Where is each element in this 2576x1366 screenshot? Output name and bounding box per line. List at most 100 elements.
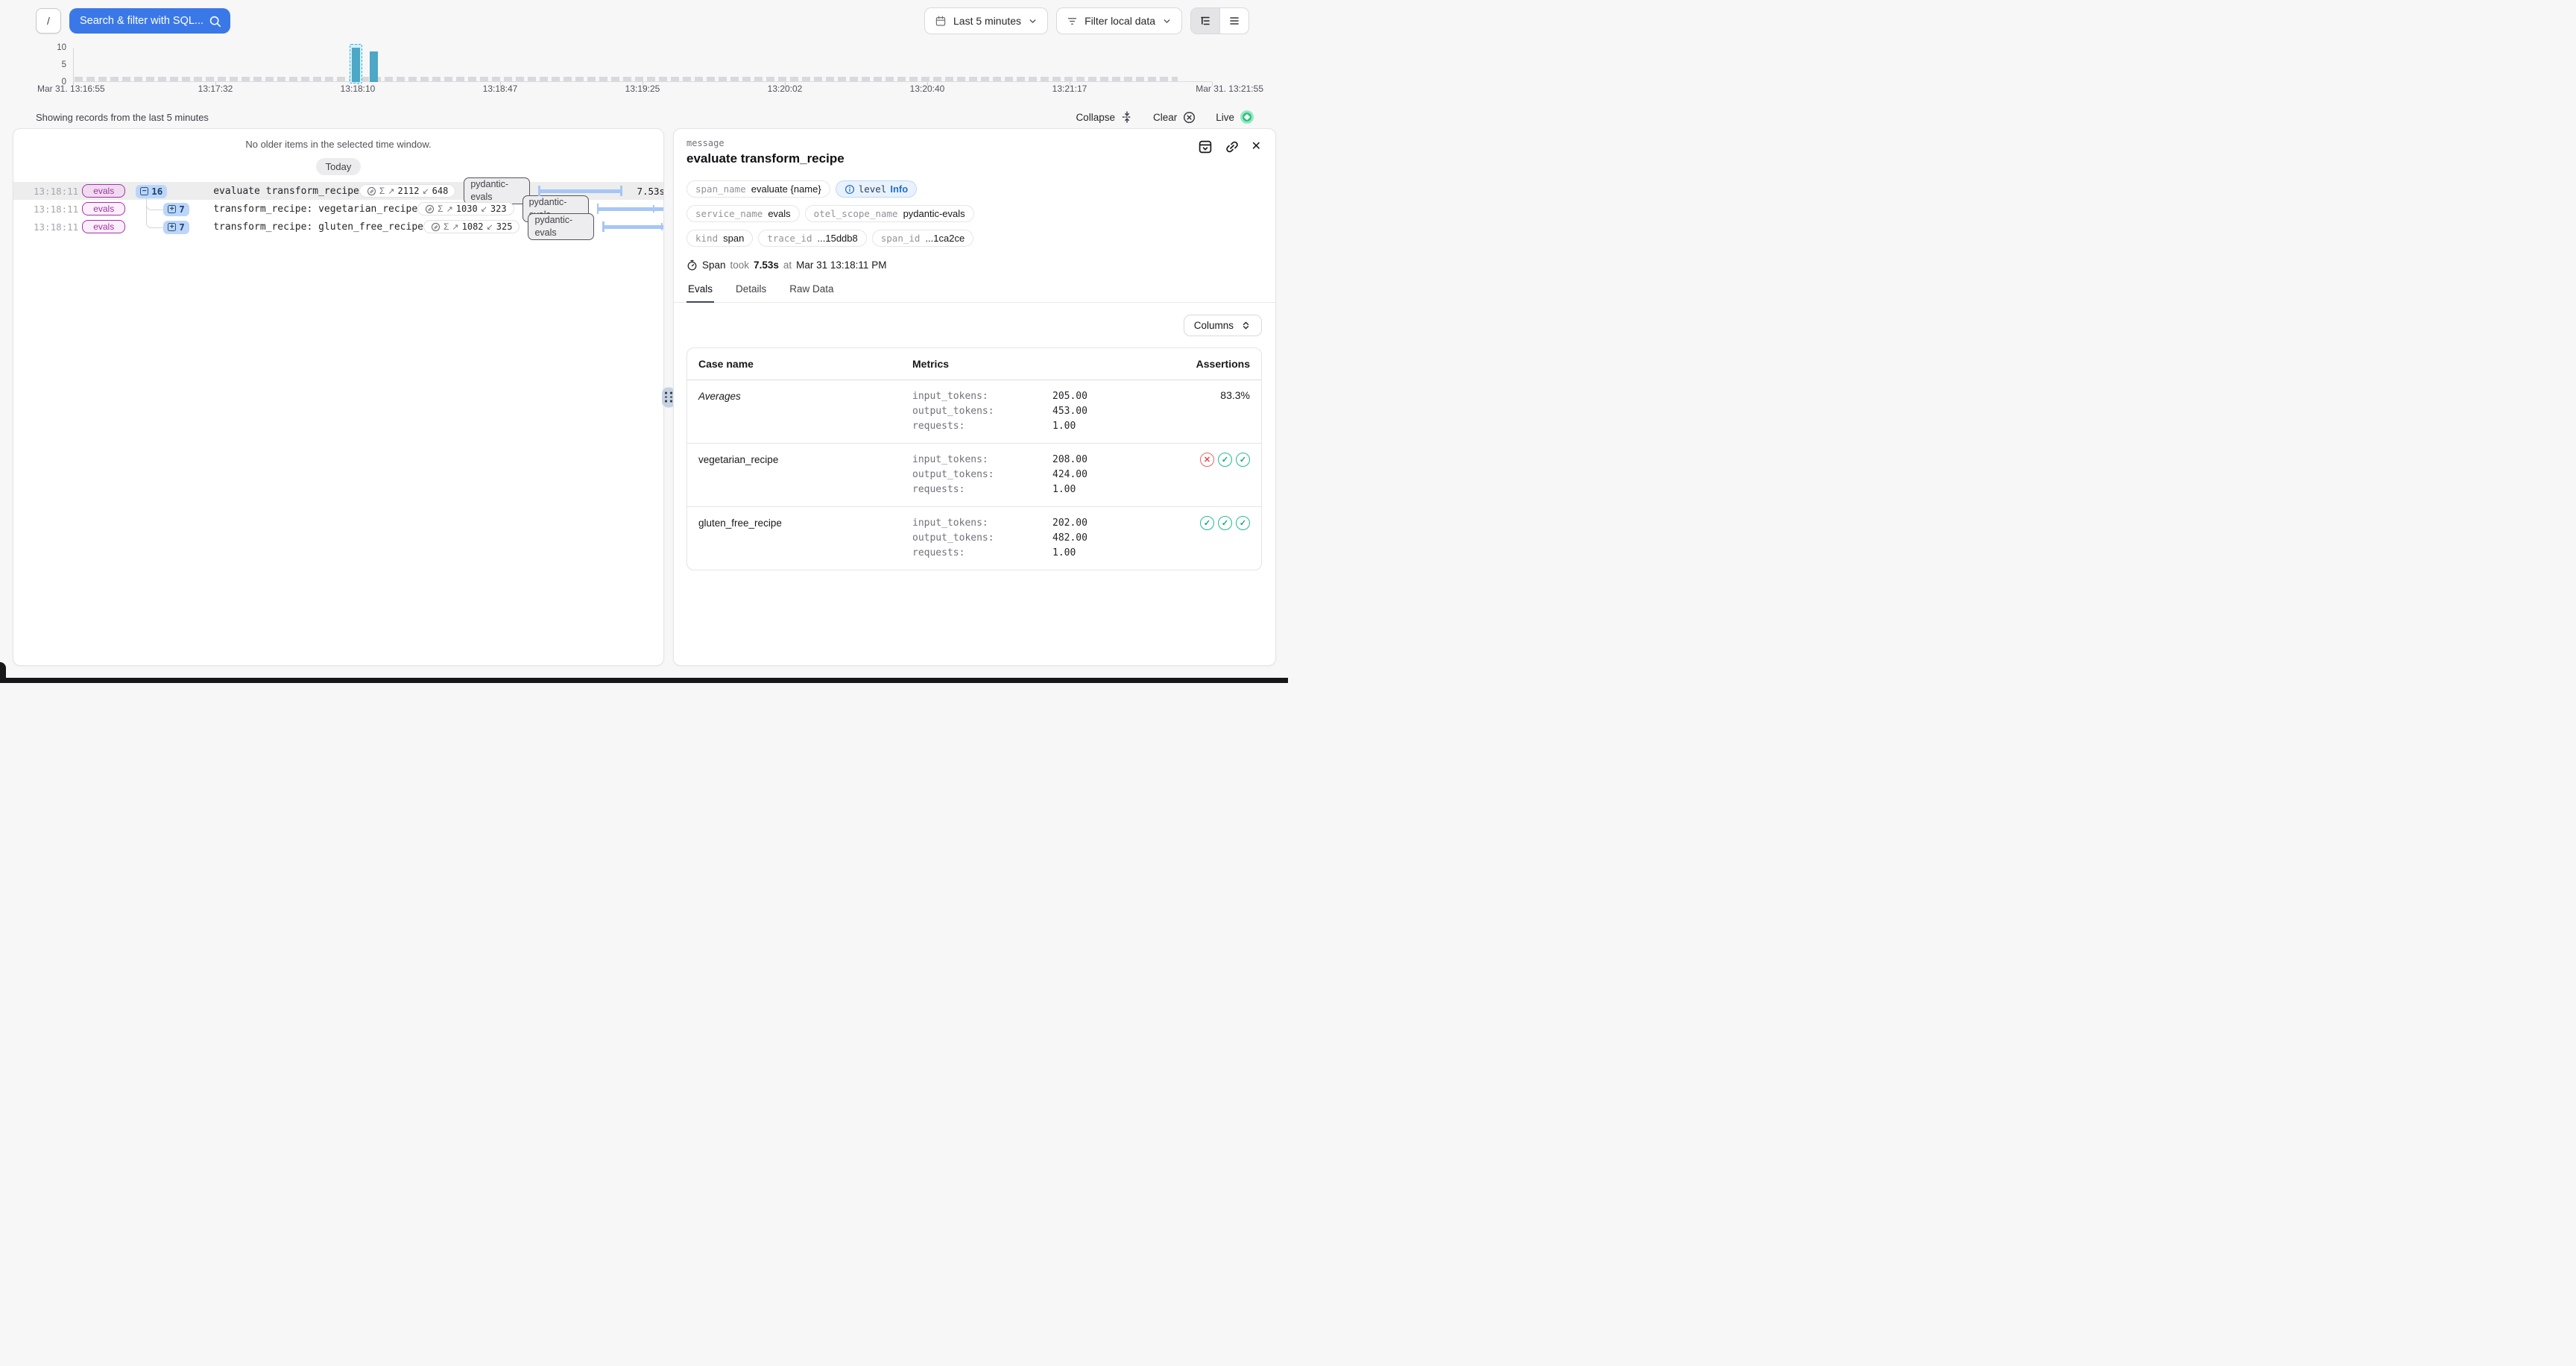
metric-value: 482.00 [1052,531,1155,546]
day-separator-label: Today [316,158,362,175]
minus-square-icon: − [140,187,148,195]
topbar-right-controls: Last 5 minutes Filter local data [924,7,1249,34]
collapse-button[interactable]: Collapse [1076,111,1133,123]
dock-panel-icon[interactable] [1198,139,1213,154]
live-toggle[interactable]: Live [1216,110,1254,124]
service-badge[interactable]: evals [82,220,125,233]
span-word: Span [702,259,726,271]
metric-value: 424.00 [1052,468,1155,482]
list-view-toggle[interactable] [1219,8,1248,34]
table-row-gluten-free-recipe: gluten_free_recipe input_tokens:202.00 o… [687,507,1261,570]
detail-kicker: message [686,138,1262,148]
assertion-pass-check-icon: ✓ [1218,516,1232,530]
filter-label: Filter local data [1085,15,1155,27]
columns-button-label: Columns [1194,320,1234,331]
search-button[interactable]: Search & filter with SQL... [69,8,230,34]
row-timestamp: 13:18:11 [34,221,78,233]
row-timestamp: 13:18:11 [34,186,78,197]
collapse-children-badge[interactable]: − 16 [136,185,167,198]
expand-children-badge[interactable]: + 7 [163,203,189,216]
coin-icon [425,204,435,214]
pill-value: evaluate {name} [751,183,821,195]
assertions-cell: 83.3% [1155,389,1250,401]
search-button-label: Search & filter with SQL... [80,15,203,27]
tree-view-toggle[interactable] [1191,8,1219,34]
child-count: 16 [151,186,162,197]
slash-shortcut-key[interactable]: / [36,8,61,34]
output-tokens-arrow-icon: ↙ [487,222,493,232]
histogram-bar-value-10[interactable] [352,48,360,82]
sigma-icon: Σ [379,186,385,196]
assertion-pass-check-icon: ✓ [1236,453,1250,467]
clear-button[interactable]: Clear [1153,111,1196,124]
status-bar: Showing records from the last 5 minutes … [0,101,1288,124]
sigma-icon: Σ [438,204,443,214]
records-histogram: 10 5 0 Mar 31. 13:16:55 13:17:32 13:18:1… [0,42,1288,101]
case-name: Averages [698,389,912,402]
metric-value: 205.00 [1052,389,1155,404]
service-name-pill[interactable]: service_name evals [686,205,800,222]
span-name-pill[interactable]: span_name evaluate {name} [686,180,830,198]
histogram-bar-value-9[interactable] [370,51,378,82]
columns-button[interactable]: Columns [1184,315,1262,336]
x-axis-label: 13:18:10 [341,84,376,94]
y-axis-line [73,48,74,82]
trace-id-pill[interactable]: trace_id ...15ddb8 [758,230,866,247]
chevron-down-icon [1162,16,1172,26]
otel-scope-tag[interactable]: pydantic-evals [528,213,594,240]
pill-value: ...15ddb8 [818,233,858,244]
metric-label: requests: [912,482,1052,497]
calendar-icon [935,15,947,27]
sigma-icon: Σ [443,221,449,232]
table-toolbar: Columns [686,315,1262,336]
output-tokens-count: 323 [490,204,507,214]
live-indicator-icon [1240,110,1254,124]
metric-label: input_tokens: [912,516,1052,531]
filter-local-data-select[interactable]: Filter local data [1056,7,1182,34]
copy-link-icon[interactable] [1225,139,1240,154]
pill-value: evals [768,208,790,219]
kind-pill[interactable]: kind span [686,230,753,247]
empty-window-notice: No older items in the selected time wind… [13,139,663,150]
expand-children-badge[interactable]: + 7 [163,221,189,234]
x-axis-label: 13:20:02 [768,84,803,94]
assertion-fail-x-icon: ✕ [1200,453,1214,467]
span-name: transform_recipe: gluten_free_recipe [213,221,423,233]
close-icon[interactable]: ✕ [1251,141,1261,153]
tab-evals[interactable]: Evals [686,283,714,303]
bottom-dark-strip [0,678,1288,683]
list-view-icon [1228,15,1240,27]
info-icon [845,184,855,195]
detail-title: evaluate transform_recipe [686,151,1262,166]
pill-key: otel_scope_name [814,208,898,219]
trace-row-gluten-free-recipe[interactable]: 13:18:11 evals + 7 transform_recipe: glu… [13,218,663,236]
metric-value: 1.00 [1052,546,1155,561]
service-badge[interactable]: evals [82,202,125,215]
detail-panel-actions: ✕ [1198,139,1261,154]
service-badge[interactable]: evals [82,184,125,198]
y-axis-tick-5: 5 [62,60,66,69]
assertions-percentage: 83.3% [1220,389,1250,401]
tab-details[interactable]: Details [734,283,768,302]
attribute-pills-row: span_name evaluate {name} level Info [686,180,1262,198]
x-axis-label: 13:20:40 [910,84,945,94]
otel-scope-name-pill[interactable]: otel_scope_name pydantic-evals [805,205,974,222]
metrics-cell: input_tokens:202.00 output_tokens:482.00… [912,516,1155,561]
pill-key: span_id [881,233,921,244]
time-range-select[interactable]: Last 5 minutes [924,7,1048,34]
attribute-pills-row: service_name evals otel_scope_name pydan… [686,205,1262,222]
sort-chevrons-icon [1240,320,1251,331]
col-case-name: Case name [698,358,912,370]
case-name: gluten_free_recipe [698,516,912,529]
level-pill[interactable]: level Info [836,180,917,198]
span-id-pill[interactable]: span_id ...1ca2ce [872,230,973,247]
tree-connector [146,198,165,228]
coin-icon [367,186,376,196]
view-mode-segmented-control [1190,7,1249,34]
metric-value: 453.00 [1052,404,1155,419]
x-axis-label: 13:18:47 [483,84,518,94]
pill-key: kind [695,233,718,244]
tab-raw-data[interactable]: Raw Data [788,283,835,302]
x-axis-label: 13:17:32 [198,84,233,94]
span-duration-value: 7.53s [754,259,779,271]
